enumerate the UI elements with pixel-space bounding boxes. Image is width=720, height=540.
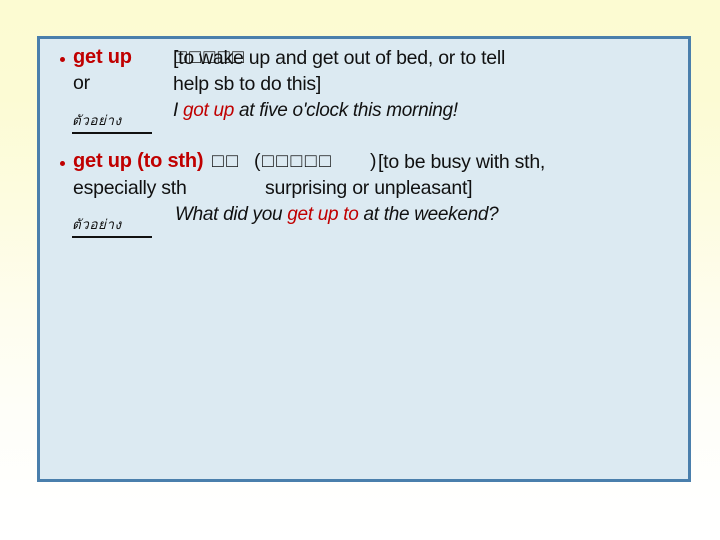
entry-2-paren-close: ) — [370, 150, 377, 172]
bullet-icon — [60, 161, 65, 166]
content-box: get up or □□□□□ [to wake up and get out … — [37, 36, 691, 482]
entry-1-example-highlight: got up — [182, 100, 234, 121]
bullet-icon — [60, 57, 65, 62]
entry-1-example-sentence: I got up at five o'clock this morning! — [173, 100, 458, 122]
entry-2-missing-glyph-run-1: □□ — [212, 150, 241, 172]
entry-1-headword: get up — [73, 46, 132, 68]
entry-2-example-label: ตัวอย่าง — [72, 213, 152, 238]
entry-2-missing-glyph-run-2: □□□□□ — [262, 150, 334, 172]
entry-2-example-suffix: at the weekend? — [358, 204, 499, 225]
entry-2-paren-open: ( — [254, 150, 261, 172]
entry-2-definition-line-1: [to be busy with sth, — [378, 151, 546, 173]
entry-2-definition-line-2-right: surprising or unpleasant] — [265, 177, 473, 199]
entry-2-definition-line-2-left: especially sth — [73, 177, 187, 199]
entry-1-definition-line-2: help sb to do this] — [173, 73, 322, 95]
entry-1-example-label: ตัวอย่าง — [72, 109, 152, 134]
entry-2-example-prefix: What did you — [175, 204, 288, 225]
entry-1-definition-line-1: [to wake up and get out of bed, or to te… — [173, 47, 506, 69]
entry-1-connector: or — [73, 72, 90, 94]
entry-1-example-suffix: at five o'clock this morning! — [234, 100, 458, 121]
entry-1-example-prefix: I — [173, 100, 183, 121]
entry-2-headword: get up (to sth) — [73, 150, 204, 172]
entry-2-example-highlight: get up to — [287, 204, 359, 225]
entry-2-example-sentence: What did you get up to at the weekend? — [175, 204, 499, 226]
